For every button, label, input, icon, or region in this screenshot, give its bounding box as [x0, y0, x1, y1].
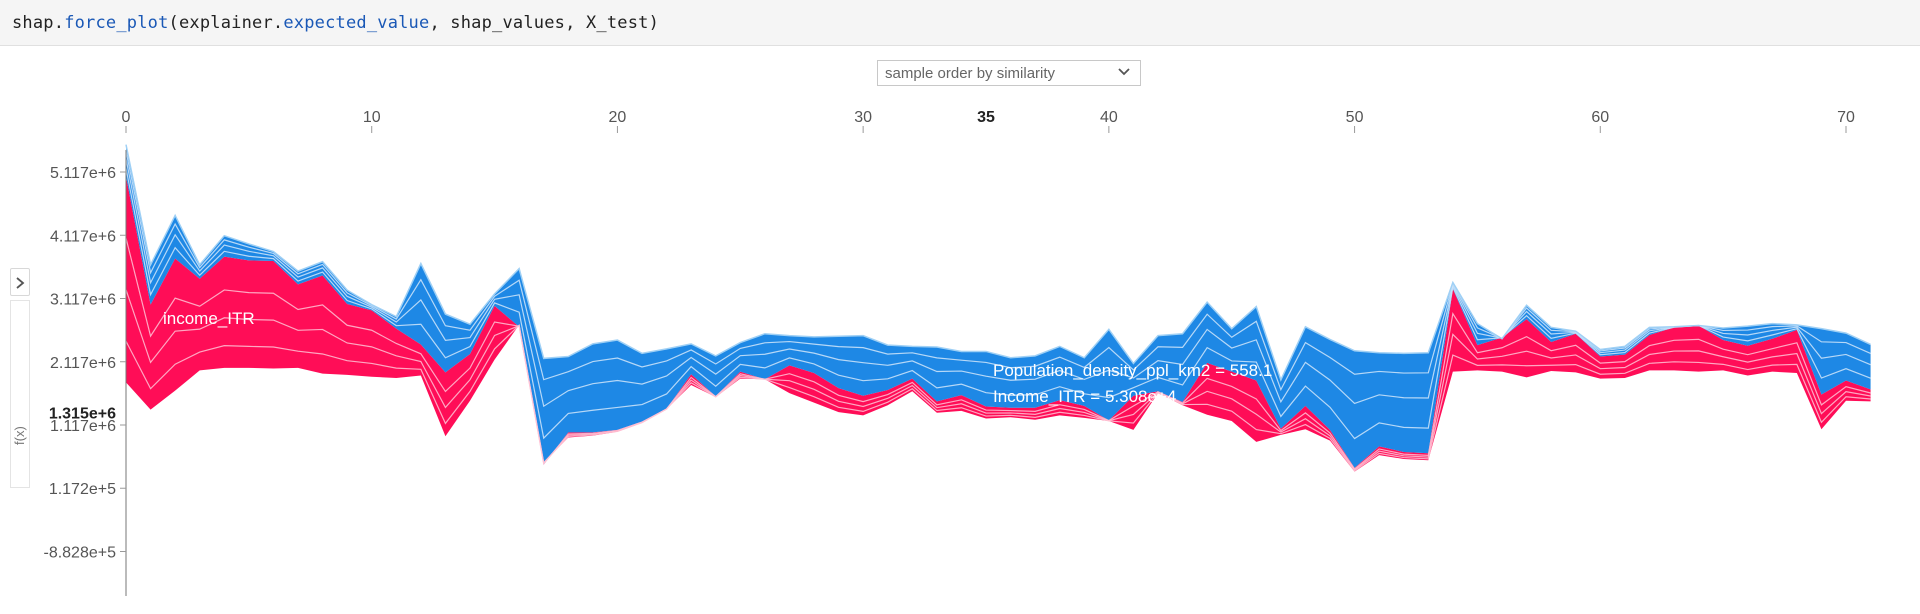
x-tick-label: 50	[1346, 109, 1364, 126]
y-tick-label: 4.117e+6	[50, 228, 116, 245]
x-highlight-label: 35	[977, 109, 995, 126]
y-highlight-label: 1.315e+6	[49, 405, 116, 422]
positive-contribution-area	[126, 176, 1871, 472]
x-tick-label: 10	[363, 109, 381, 126]
y-tick-label: 5.117e+6	[50, 165, 116, 182]
y-tick-label: 2.117e+6	[50, 355, 116, 372]
y-tick-label: -8.828e+5	[43, 544, 116, 561]
y-tick-label: 1.172e+5	[49, 481, 116, 498]
x-tick-label: 0	[122, 109, 131, 126]
x-tick-label: 60	[1591, 109, 1609, 126]
x-tick-label: 40	[1100, 109, 1118, 126]
force-plot-chart[interactable]: 5.117e+64.117e+63.117e+62.117e+61.117e+6…	[0, 0, 1920, 614]
negative-contribution-area	[126, 144, 1871, 468]
x-tick-label: 30	[854, 109, 872, 126]
x-tick-label: 70	[1837, 109, 1855, 126]
hover-annotation-1: Population_density_ppl_km2 = 558.1	[993, 361, 1272, 380]
x-tick-label: 20	[609, 109, 627, 126]
income-feature-label: income_ITR	[163, 309, 255, 328]
hover-annotation-2: Income_ITR = 5.308e+4	[993, 387, 1176, 406]
y-tick-label: 3.117e+6	[50, 292, 116, 309]
